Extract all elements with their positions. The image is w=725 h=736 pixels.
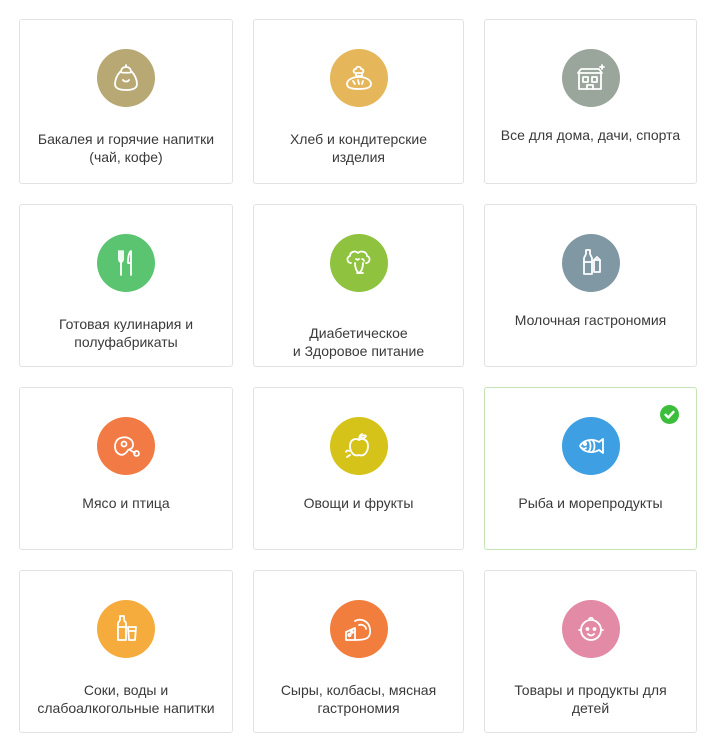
cutlery-icon bbox=[97, 234, 155, 292]
category-card-cooked[interactable]: Готовая кулинария и полуфабрикаты bbox=[19, 204, 233, 367]
category-label: Товары и продукты для детей bbox=[514, 682, 667, 716]
apple-icon bbox=[329, 417, 388, 475]
category-card-vegetables[interactable]: Овощи и фрукты bbox=[253, 387, 464, 550]
category-label: Овощи и фрукты bbox=[303, 495, 414, 511]
category-label: Соки, воды и слабоалкогольные напитки bbox=[37, 682, 215, 716]
category-label: Сыры, колбасы, мясная гастрономия bbox=[280, 682, 437, 716]
broccoli-icon bbox=[329, 234, 388, 292]
sack-icon bbox=[97, 49, 155, 107]
bread-icon bbox=[329, 49, 388, 107]
category-label: Молочная гастрономия bbox=[514, 312, 667, 328]
bottle-glass-icon bbox=[97, 600, 155, 658]
category-card-dairy[interactable]: Молочная гастрономия bbox=[484, 204, 697, 367]
category-card-fish[interactable]: Рыба и морепродукты bbox=[484, 387, 697, 550]
category-label: Мясо и птица bbox=[82, 495, 170, 511]
category-label: Диабетическое и Здоровое питание bbox=[292, 325, 425, 359]
category-label: Рыба и морепродукты bbox=[518, 495, 663, 511]
category-card-diabetic[interactable]: Диабетическое и Здоровое питание bbox=[253, 204, 464, 367]
category-card-home[interactable]: Все для дома, дачи, спорта bbox=[484, 19, 697, 184]
meat-icon bbox=[97, 417, 155, 475]
category-label: Все для дома, дачи, спорта bbox=[500, 127, 681, 143]
category-card-kids[interactable]: Товары и продукты для детей bbox=[484, 570, 697, 733]
category-label: Хлеб и кондитерские изделия bbox=[289, 131, 428, 165]
category-card-cheese[interactable]: Сыры, колбасы, мясная гастрономия bbox=[253, 570, 464, 733]
category-label: Бакалея и горячие напитки (чай, кофе) bbox=[37, 131, 215, 165]
category-card-grocery[interactable]: Бакалея и горячие напитки (чай, кофе) bbox=[19, 19, 233, 184]
selected-check-icon bbox=[660, 405, 679, 424]
category-label: Готовая кулинария и полуфабрикаты bbox=[58, 316, 194, 350]
fish-icon bbox=[561, 417, 620, 475]
category-card-meat[interactable]: Мясо и птица bbox=[19, 387, 233, 550]
category-card-bread[interactable]: Хлеб и кондитерские изделия bbox=[253, 19, 464, 184]
category-card-juices[interactable]: Соки, воды и слабоалкогольные напитки bbox=[19, 570, 233, 733]
house-icon bbox=[561, 49, 620, 107]
category-grid: Бакалея и горячие напитки (чай, кофе) Хл… bbox=[19, 19, 697, 733]
milk-icon bbox=[561, 234, 620, 292]
baby-icon bbox=[561, 600, 620, 658]
cheese-sausage-icon bbox=[329, 600, 388, 658]
